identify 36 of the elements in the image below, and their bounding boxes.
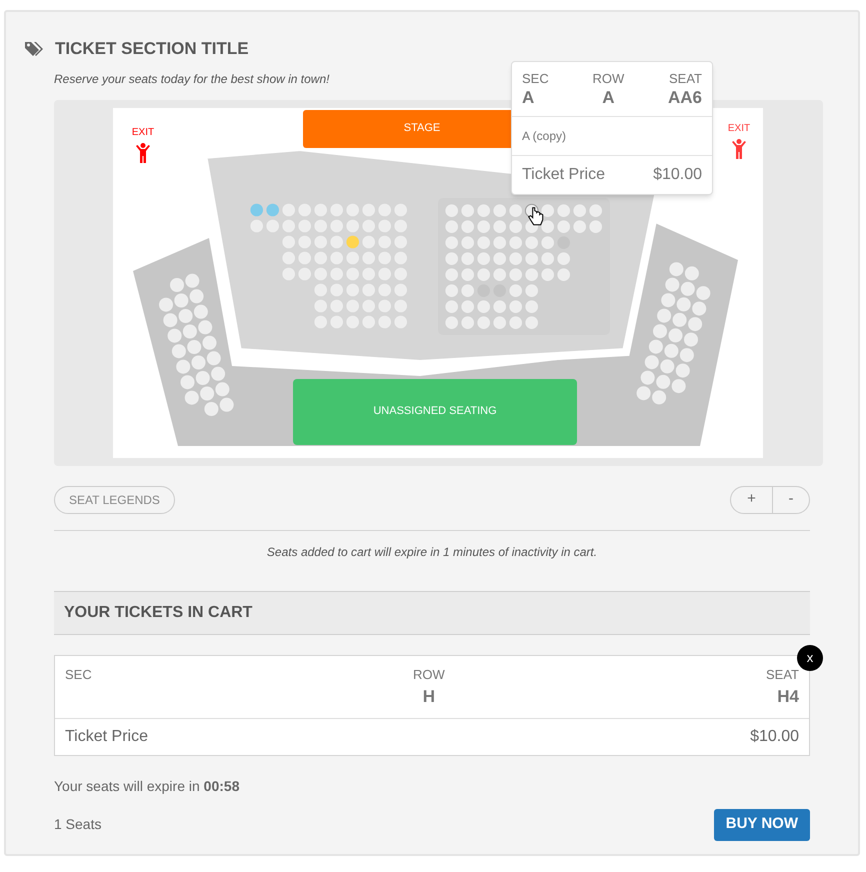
column-label: ROW xyxy=(592,70,624,86)
hand-cursor-icon xyxy=(528,206,544,225)
seat-value: H4 xyxy=(777,686,799,708)
section-title: TICKET SECTION TITLE xyxy=(55,38,249,60)
exit-label: EXIT xyxy=(728,122,750,134)
price-label: Ticket Price xyxy=(65,726,148,746)
remove-button[interactable]: x xyxy=(797,644,823,670)
column-label: SEAT xyxy=(766,666,799,684)
cart-title: YOUR TICKETS IN CART xyxy=(64,602,252,622)
seat-legends-button[interactable]: SEAT LEGENDS xyxy=(54,486,175,514)
person-icon xyxy=(731,138,747,158)
column-label: SEAT xyxy=(669,70,702,86)
column-value: A xyxy=(522,86,534,108)
person-icon xyxy=(135,142,151,162)
expire-text: Your seats will expire in 00:58 xyxy=(54,776,240,796)
seat-count: 1 Seats xyxy=(54,815,102,834)
exit-label: EXIT xyxy=(132,126,154,138)
tags-icon xyxy=(25,40,45,57)
buy-now-button[interactable]: BUY NOW xyxy=(714,808,810,840)
price-value: $10.00 xyxy=(653,164,702,184)
column-value: AA6 xyxy=(668,86,702,108)
column-label: SEC xyxy=(522,70,549,86)
stage-label: STAGE xyxy=(404,121,440,136)
seat[interactable] xyxy=(541,220,554,232)
notice-text: Seats added to cart will expire in 1 minutes of inactivity in cart. xyxy=(266,544,598,560)
subtitle: Reserve your seats today for the best show in town! xyxy=(54,70,330,88)
price-label: Ticket Price xyxy=(522,164,605,184)
row-value: H xyxy=(422,686,435,708)
price-value: $10.00 xyxy=(750,726,799,746)
column-label: ROW xyxy=(412,666,445,684)
zoom-in-button[interactable]: + xyxy=(731,486,773,512)
zoom-out-button[interactable]: - xyxy=(773,486,809,512)
section-name: A (copy) xyxy=(522,128,566,142)
column-value: A xyxy=(602,86,614,108)
area-label: UNASSIGNED SEATING xyxy=(373,404,497,420)
column-label: SEC xyxy=(65,666,92,684)
